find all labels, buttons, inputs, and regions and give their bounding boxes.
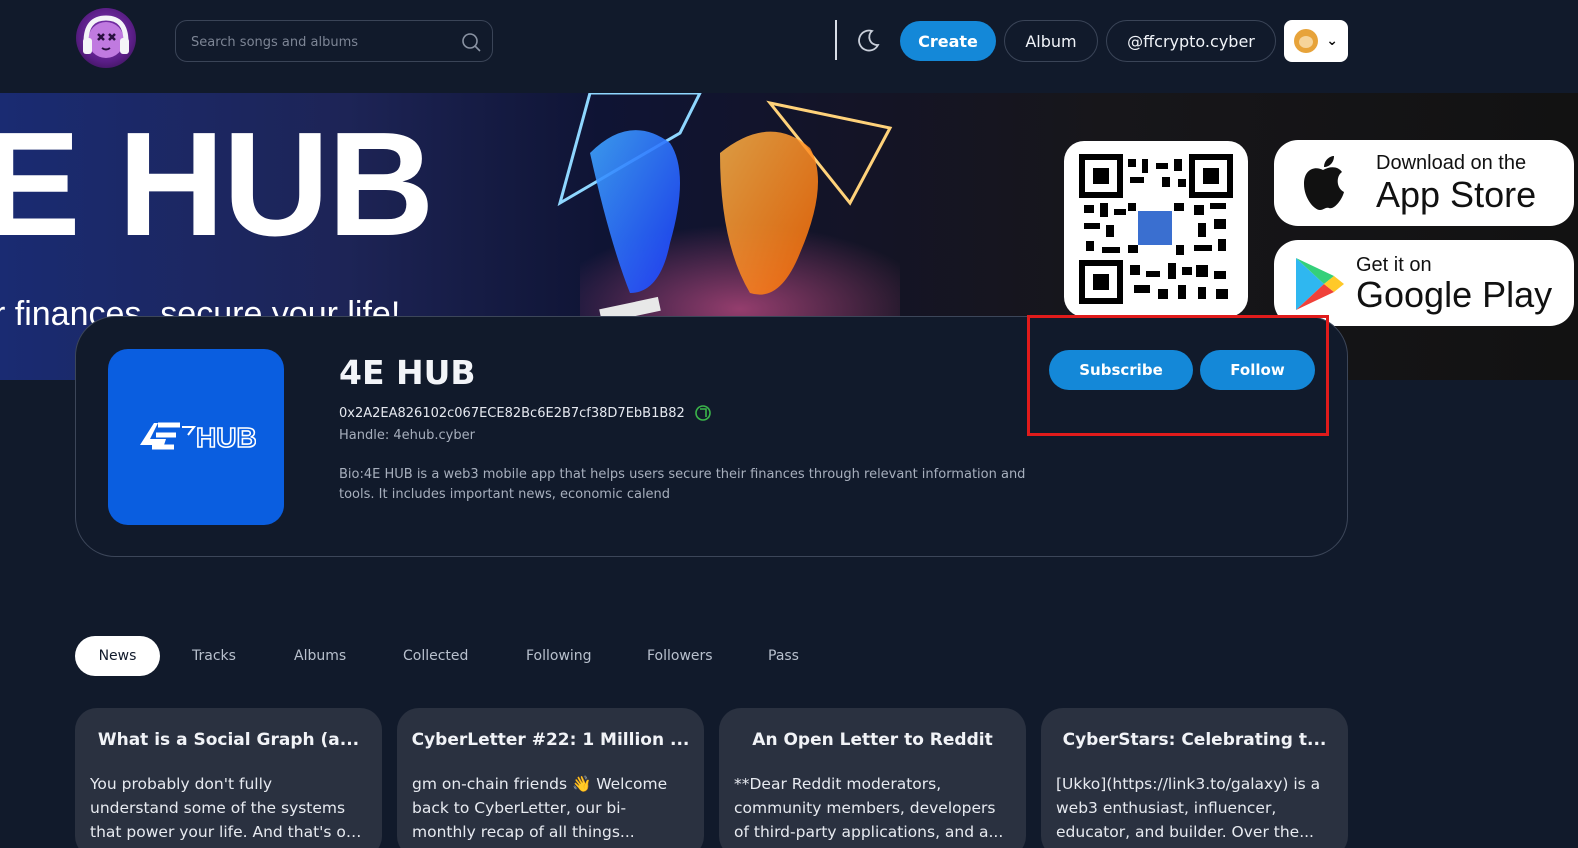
highlight-annotation-box (1027, 315, 1329, 436)
excerpt-line: monthly recap of all things... (412, 823, 635, 841)
4ehub-logo-icon: HUB (140, 421, 256, 454)
excerpt-line: understand some of the systems (90, 799, 346, 817)
news-card[interactable]: CyberLetter #22: 1 Million ... gm on-cha… (397, 708, 704, 848)
news-card-excerpt: You probably don't fully understand some… (90, 772, 368, 844)
tab-tracks[interactable]: Tracks (192, 636, 236, 676)
app-store-line1: Download on the (1376, 152, 1527, 174)
qr-code-icon (1079, 154, 1233, 304)
top-navbar: Create Album @ffcrypto.cyber ⌄ (0, 0, 1578, 93)
profile-name: 4E HUB (339, 353, 476, 392)
tab-collected[interactable]: Collected (403, 636, 468, 676)
news-card-excerpt: **Dear Reddit moderators, community memb… (734, 772, 1012, 844)
tab-following[interactable]: Following (526, 636, 592, 676)
google-play-line2: Google Play (1356, 274, 1553, 315)
excerpt-line: back to CyberLetter, our bi- (412, 799, 627, 817)
nav-divider (835, 20, 837, 60)
apple-icon (1304, 156, 1344, 210)
excerpt-line: community members, developers (734, 799, 996, 817)
excerpt-line: You probably don't fully (90, 775, 273, 793)
google-play-badge[interactable]: Get it on Google Play (1274, 240, 1574, 326)
news-card-title: What is a Social Graph (a... (97, 730, 360, 750)
excerpt-line: **Dear Reddit moderators, (734, 775, 942, 793)
search-icon[interactable] (460, 31, 482, 53)
news-card-excerpt: [Ukko](https://link3.to/galaxy) is a web… (1056, 772, 1334, 844)
news-card-title: An Open Letter to Reddit (752, 730, 993, 750)
svg-text:HUB: HUB (196, 422, 256, 453)
news-card[interactable]: What is a Social Graph (a... You probabl… (75, 708, 382, 848)
tab-albums[interactable]: Albums (294, 636, 346, 676)
hands-artwork-icon (557, 93, 900, 323)
search-input[interactable] (191, 31, 451, 53)
wallet-address: 0x2A2EA826102c067ECE82Bc6E2B7cf38D7EbB1B… (339, 406, 685, 421)
site-logo[interactable] (76, 8, 136, 68)
tab-followers[interactable]: Followers (647, 636, 713, 676)
excerpt-line: that power your life. And that's ok... (90, 823, 368, 841)
profile-handle: Handle: 4ehub.cyber (339, 428, 475, 443)
excerpt-line: [Ukko](https://link3.to/galaxy) is a (1056, 775, 1321, 793)
create-button[interactable]: Create (900, 21, 996, 61)
chevron-down-icon: ⌄ (1326, 33, 1338, 49)
excerpt-line: web3 enthusiast, influencer, (1056, 799, 1277, 817)
news-card[interactable]: An Open Letter to Reddit **Dear Reddit m… (719, 708, 1026, 848)
account-menu-button[interactable]: ⌄ (1284, 20, 1348, 62)
excerpt-line: of third-party applications, and a... (734, 823, 1004, 841)
copy-icon[interactable] (694, 404, 712, 422)
news-card-title: CyberStars: Celebrating t... (1062, 730, 1327, 750)
news-card-excerpt: gm on-chain friends 👋 Welcome back to Cy… (412, 772, 690, 844)
excerpt-line: educator, and builder. Over the... (1056, 823, 1314, 841)
moon-icon[interactable] (855, 28, 881, 54)
google-play-icon (1296, 258, 1344, 310)
album-button[interactable]: Album (1004, 20, 1098, 62)
monkey-avatar-icon (1294, 29, 1319, 53)
news-card-title: CyberLetter #22: 1 Million ... (411, 730, 690, 750)
excerpt-line: gm on-chain friends 👋 Welcome (412, 775, 668, 793)
user-handle-button[interactable]: @ffcrypto.cyber (1106, 20, 1276, 62)
tab-news[interactable]: News (75, 636, 160, 676)
qr-code[interactable] (1064, 141, 1248, 317)
app-store-line2: App Store (1376, 174, 1537, 215)
profile-bio: Bio:4E HUB is a web3 mobile app that hel… (339, 467, 1026, 502)
search-box (175, 20, 493, 62)
news-card[interactable]: CyberStars: Celebrating t... [Ukko](http… (1041, 708, 1348, 848)
banner-title: E HUB (0, 102, 434, 267)
profile-avatar: HUB (108, 349, 284, 525)
headphones-logo-icon (83, 15, 129, 58)
app-store-badge[interactable]: Download on the App Store (1274, 140, 1574, 226)
tab-pass[interactable]: Pass (768, 636, 799, 676)
